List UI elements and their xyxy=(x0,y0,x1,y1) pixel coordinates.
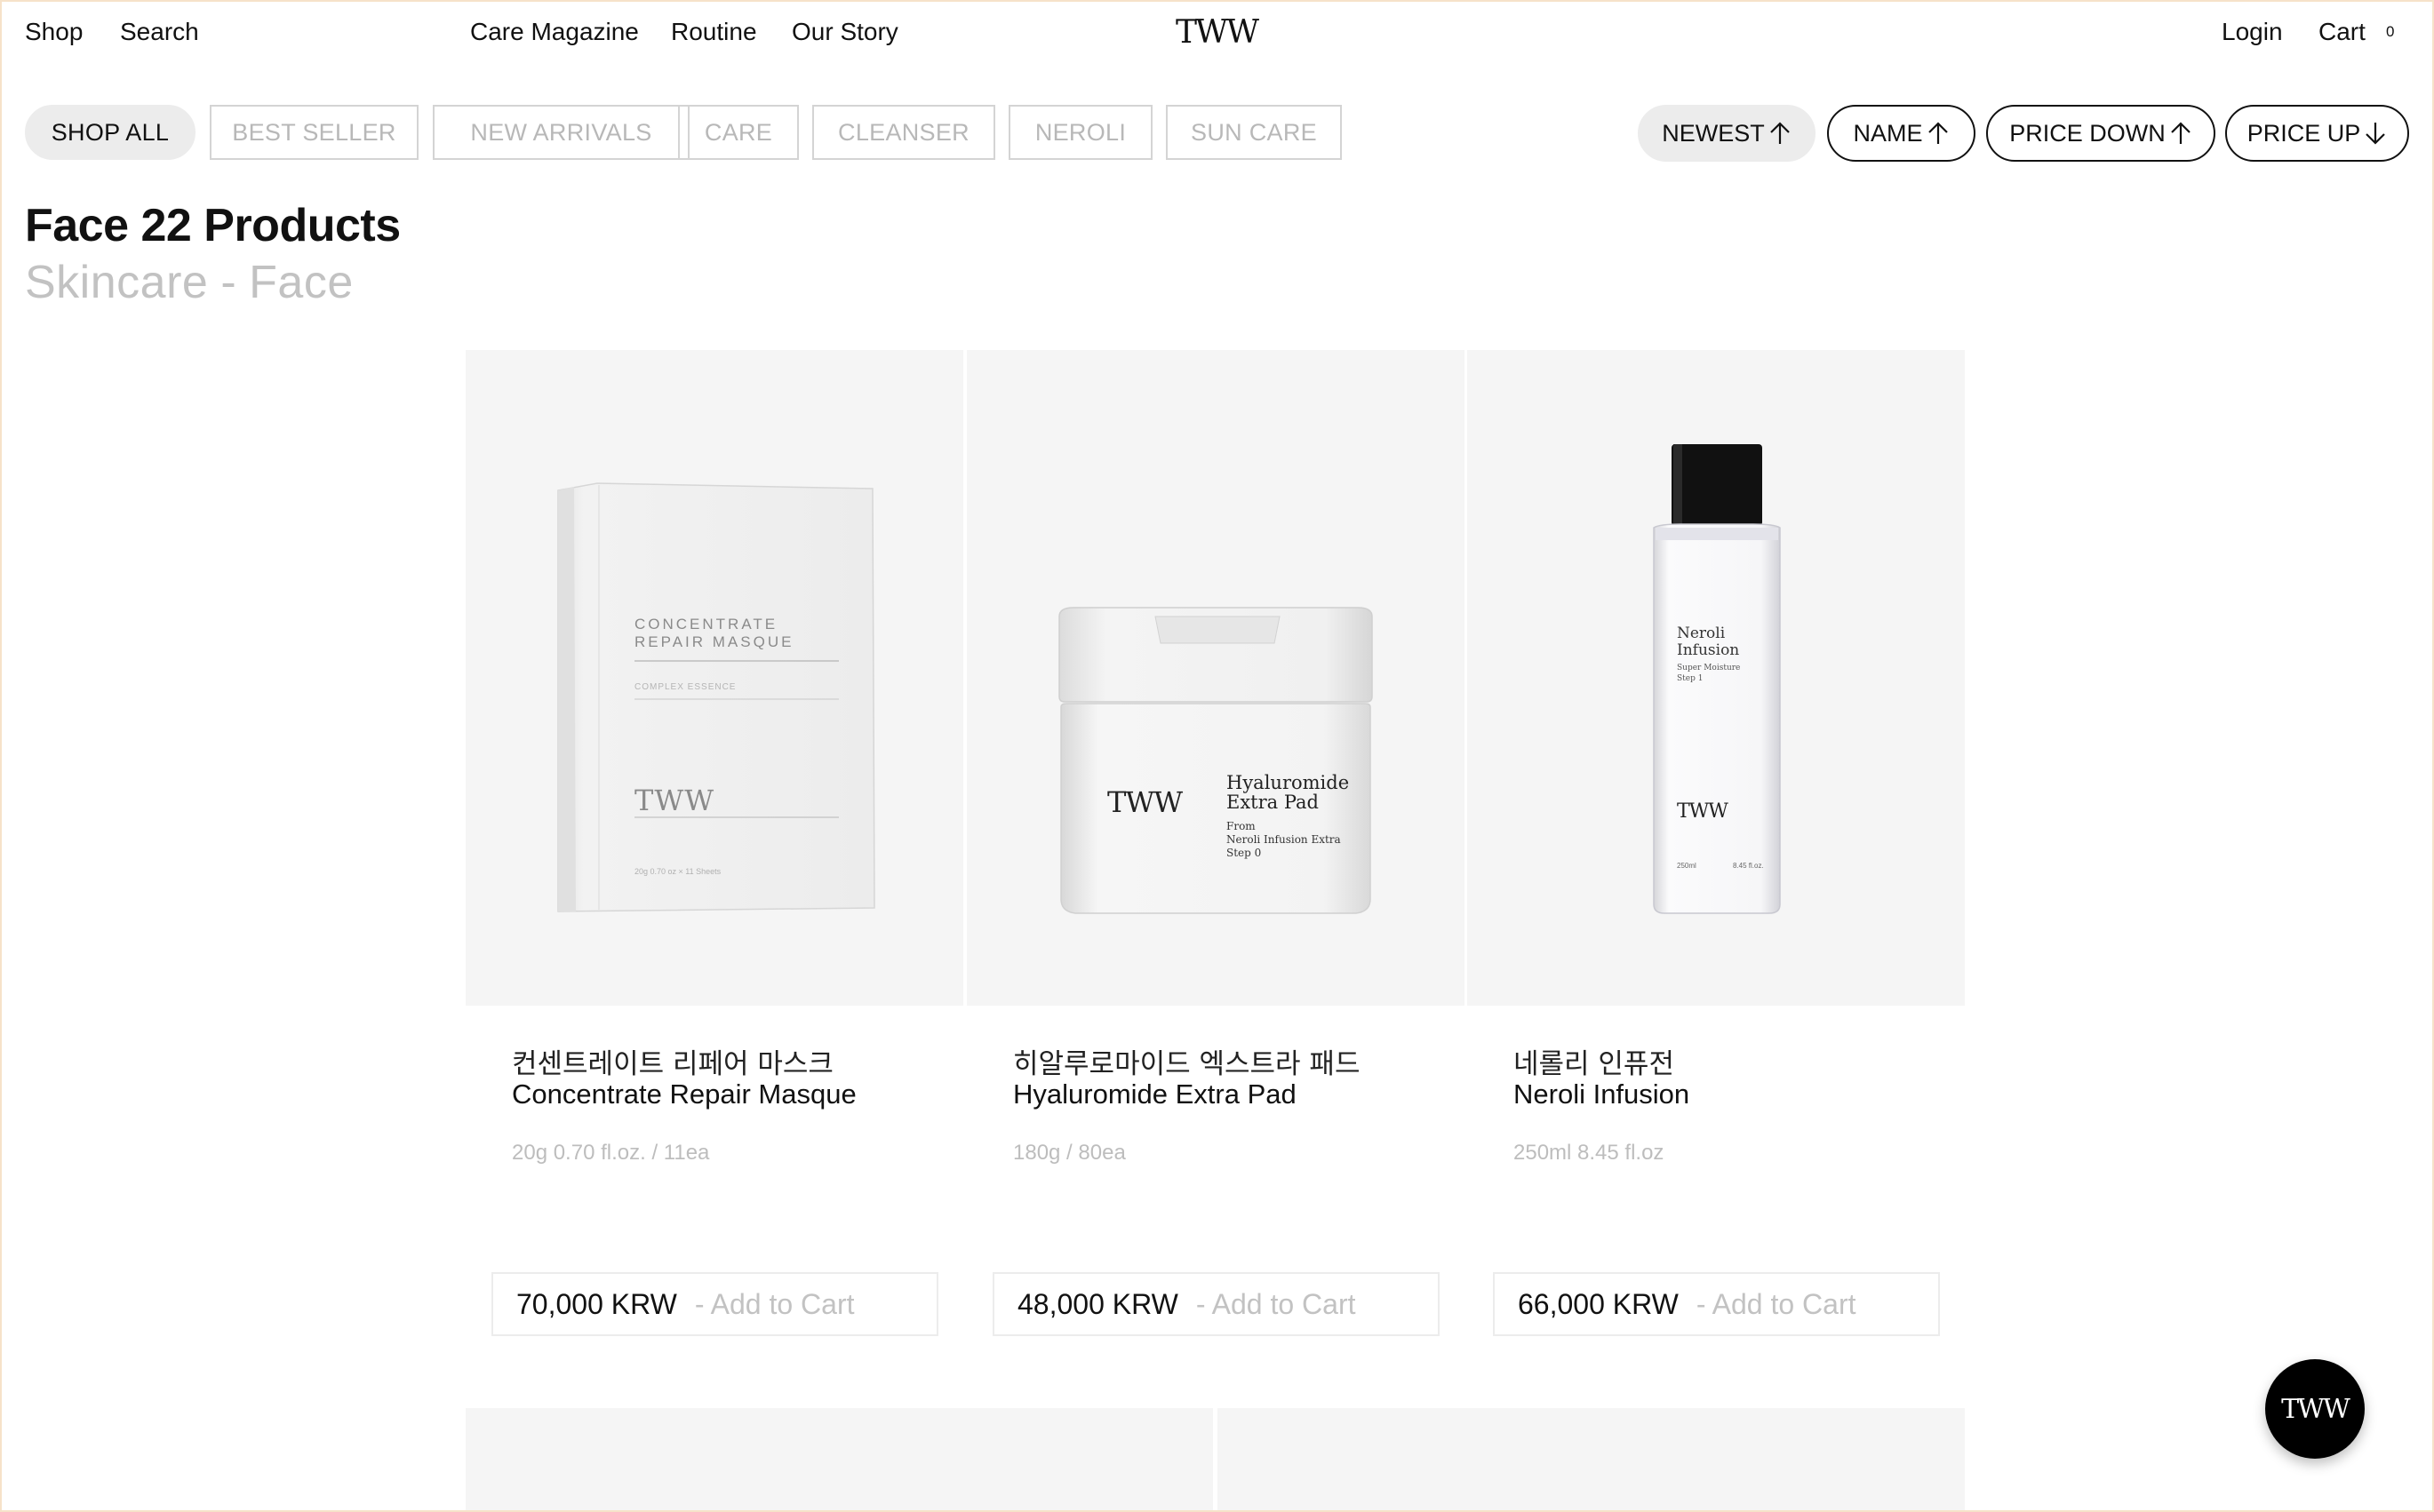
top-navigation: Shop Search Care Magazine Routine Our St… xyxy=(0,0,2434,69)
product-image-next-row[interactable] xyxy=(466,1408,1213,1512)
page-title: Face 22 Products xyxy=(25,200,401,251)
product-image-next-row[interactable] xyxy=(1217,1408,1965,1512)
svg-text:Neroli Infusion Extra: Neroli Infusion Extra xyxy=(1226,833,1341,846)
product-card[interactable]: CONCENTRATE REPAIR MASQUE COMPLEX ESSENC… xyxy=(466,350,963,1336)
sort-price-up-button[interactable]: PRICE UP xyxy=(2225,105,2409,162)
nav-cart[interactable]: Cart xyxy=(2318,18,2366,46)
filter-neroli[interactable]: NEROLI xyxy=(1009,105,1153,160)
nav-routine[interactable]: Routine xyxy=(671,18,757,46)
sort-price-down-button[interactable]: PRICE DOWN xyxy=(1986,105,2215,162)
product-name-en[interactable]: Hyaluromide Extra Pad xyxy=(1013,1078,1297,1110)
filter-best-seller[interactable]: BEST SELLER xyxy=(210,105,419,160)
breadcrumb-current: Face xyxy=(249,257,354,308)
sort-label: PRICE UP xyxy=(2246,119,2361,147)
product-price: 70,000 KRW xyxy=(516,1287,677,1320)
product-image[interactable]: CONCENTRATE REPAIR MASQUE COMPLEX ESSENC… xyxy=(466,350,963,1006)
repair-masque-box-image: CONCENTRATE REPAIR MASQUE COMPLEX ESSENC… xyxy=(557,482,875,912)
svg-text:Step 1: Step 1 xyxy=(1677,674,1703,683)
svg-text:Hyaluromide: Hyaluromide xyxy=(1226,772,1349,793)
product-card[interactable]: TWW Hyaluromide Extra Pad From Neroli In… xyxy=(967,350,1464,1336)
sort-name-button[interactable]: NAME xyxy=(1827,105,1975,162)
svg-text:8.45 fl.oz.: 8.45 fl.oz. xyxy=(1733,862,1764,870)
arrow-up-icon xyxy=(1769,122,1790,144)
product-spec: 20g 0.70 fl.oz. / 11ea xyxy=(512,1141,710,1165)
svg-text:20g 0.70 oz × 11 Sheets: 20g 0.70 oz × 11 Sheets xyxy=(634,867,722,876)
product-name-en[interactable]: Concentrate Repair Masque xyxy=(512,1078,857,1110)
svg-text:250ml: 250ml xyxy=(1677,862,1696,870)
svg-text:TWW: TWW xyxy=(1677,800,1728,823)
breadcrumb: Skincare - Face xyxy=(25,256,354,309)
svg-text:Step 0: Step 0 xyxy=(1226,847,1261,859)
add-to-cart-label: - Add to Cart xyxy=(1696,1287,1856,1320)
nav-login[interactable]: Login xyxy=(2222,18,2283,46)
sort-label: NAME xyxy=(1853,119,1923,147)
svg-text:COMPLEX ESSENCE: COMPLEX ESSENCE xyxy=(634,682,736,692)
product-name-ko[interactable]: 네롤리 인퓨전 xyxy=(1513,1041,1674,1081)
product-spec: 250ml 8.45 fl.oz xyxy=(1513,1141,1664,1165)
filter-care[interactable]: CARE xyxy=(678,105,799,160)
product-price: 66,000 KRW xyxy=(1518,1287,1679,1320)
add-to-cart-button[interactable]: 66,000 KRW - Add to Cart xyxy=(1493,1272,1940,1336)
product-spec: 180g / 80ea xyxy=(1013,1141,1126,1165)
filter-new-arrivals[interactable]: NEW ARRIVALS xyxy=(433,105,690,160)
breadcrumb-parent[interactable]: Skincare xyxy=(25,257,208,308)
neroli-bottle-image: Neroli Infusion Super Moisture Step 1 TW… xyxy=(1653,444,1781,914)
product-name-en[interactable]: Neroli Infusion xyxy=(1513,1078,1689,1110)
svg-text:Extra Pad: Extra Pad xyxy=(1226,792,1319,813)
svg-text:REPAIR MASQUE: REPAIR MASQUE xyxy=(634,633,794,650)
product-name-ko[interactable]: 컨센트레이트 리페어 마스크 xyxy=(512,1041,834,1081)
svg-text:From: From xyxy=(1226,820,1256,832)
add-to-cart-button[interactable]: 70,000 KRW - Add to Cart xyxy=(491,1272,938,1336)
sort-label: PRICE DOWN xyxy=(2009,119,2166,147)
svg-text:Infusion: Infusion xyxy=(1677,641,1739,659)
chat-button-label: TWW xyxy=(2281,1393,2350,1425)
product-card[interactable]: Neroli Infusion Super Moisture Step 1 TW… xyxy=(1467,350,1965,1336)
product-image[interactable]: Neroli Infusion Super Moisture Step 1 TW… xyxy=(1467,350,1965,1006)
filter-sun-care[interactable]: SUN CARE xyxy=(1166,105,1342,160)
breadcrumb-separator: - xyxy=(220,257,237,308)
nav-search[interactable]: Search xyxy=(120,18,199,46)
product-name-ko[interactable]: 히알루로마이드 엑스트라 패드 xyxy=(1013,1041,1360,1081)
add-to-cart-button[interactable]: 48,000 KRW - Add to Cart xyxy=(993,1272,1440,1336)
arrow-up-icon xyxy=(2170,122,2191,144)
nav-our-story[interactable]: Our Story xyxy=(792,18,898,46)
add-to-cart-label: - Add to Cart xyxy=(694,1287,855,1320)
cart-count-badge: 0 xyxy=(2386,23,2395,40)
arrow-down-icon xyxy=(2366,123,2386,145)
add-to-cart-label: - Add to Cart xyxy=(1195,1287,1356,1320)
brand-logo[interactable]: TWW xyxy=(1176,14,1259,51)
filter-cleanser[interactable]: CLEANSER xyxy=(812,105,995,160)
product-price: 48,000 KRW xyxy=(1017,1287,1178,1320)
nav-shop[interactable]: Shop xyxy=(25,18,83,46)
chat-button[interactable]: TWW xyxy=(2265,1359,2365,1459)
sort-newest-button[interactable]: NEWEST xyxy=(1638,105,1816,162)
svg-text:Super Moisture: Super Moisture xyxy=(1677,664,1740,672)
filter-shop-all[interactable]: SHOP ALL xyxy=(25,105,196,160)
nav-care-magazine[interactable]: Care Magazine xyxy=(470,18,639,46)
sort-label: NEWEST xyxy=(1662,119,1765,147)
extra-pad-jar-image: TWW Hyaluromide Extra Pad From Neroli In… xyxy=(1058,607,1373,914)
svg-text:Neroli: Neroli xyxy=(1677,625,1726,642)
arrow-up-icon xyxy=(1927,122,1948,144)
product-image[interactable]: TWW Hyaluromide Extra Pad From Neroli In… xyxy=(967,350,1464,1006)
svg-text:TWW: TWW xyxy=(1107,785,1183,819)
svg-text:TWW: TWW xyxy=(634,784,714,817)
svg-text:CONCENTRATE: CONCENTRATE xyxy=(634,616,778,633)
